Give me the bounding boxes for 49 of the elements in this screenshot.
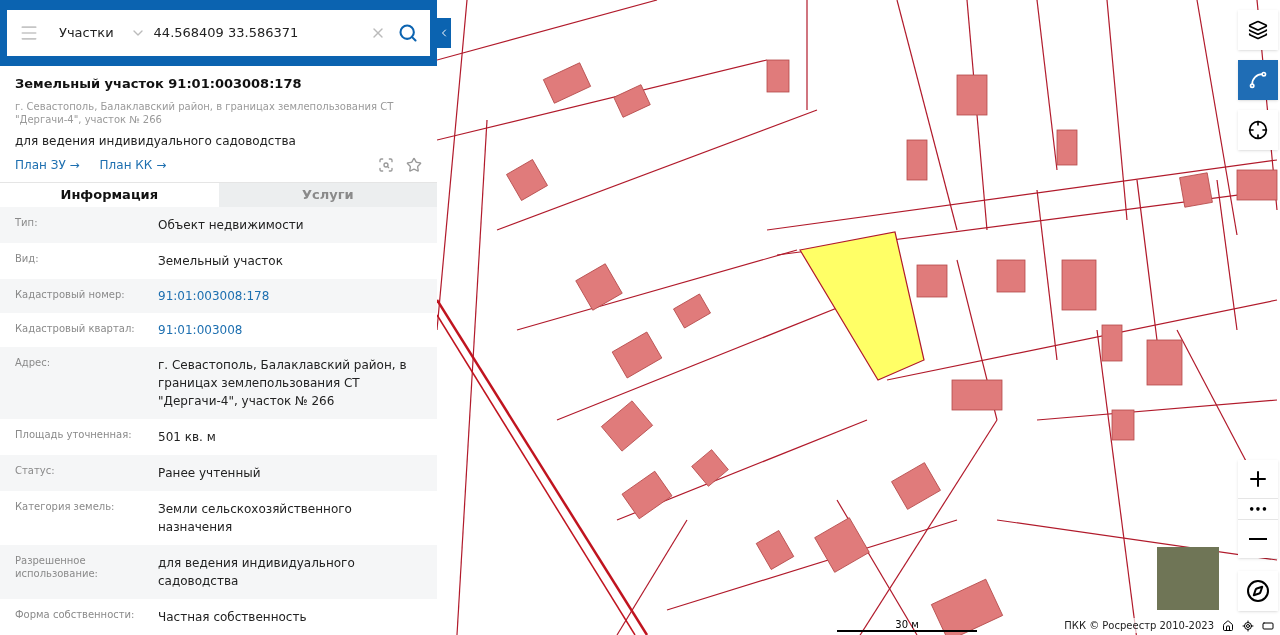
field-value: Объект недвижимости — [158, 217, 304, 234]
field-label: Форма собственности: — [14, 608, 136, 622]
field-label: Вид: — [14, 252, 40, 266]
field-value: Земли сельскохозяйственного назначения — [158, 501, 353, 536]
field-value-link[interactable]: 91:01:003008:178 — [158, 288, 270, 304]
field-label: Категория земель: — [14, 500, 116, 514]
search-icon[interactable] — [398, 23, 418, 43]
layers-button[interactable] — [1238, 10, 1278, 50]
zoom-in-button[interactable] — [1238, 460, 1278, 498]
scale-label: 30 м — [895, 619, 919, 630]
field-value: Земельный участок — [158, 253, 283, 270]
field-label: Адрес: — [14, 356, 52, 370]
locate-button[interactable] — [1238, 110, 1278, 150]
field-label: Кадастровый номер: — [14, 288, 126, 302]
compass-button[interactable] — [1238, 571, 1278, 611]
plan-link[interactable]: План ЗУ → — [15, 155, 80, 174]
zoom-more-button[interactable]: ••• — [1238, 498, 1278, 520]
locate-icon[interactable] — [1242, 619, 1254, 632]
field-value: 501 кв. м — [158, 429, 216, 446]
compass-icon — [1246, 579, 1270, 603]
field-label: Площадь уточненная: — [14, 428, 133, 442]
search-field[interactable]: 44.568409 33.586371 — [153, 23, 370, 43]
object-purpose: для ведения индивидуального садоводства — [15, 132, 297, 150]
field-value: Частная собственность — [158, 609, 307, 626]
collapse-panel-button[interactable] — [437, 18, 451, 48]
satellite-thumbnail[interactable] — [1157, 547, 1219, 610]
tab[interactable]: Услуги — [218, 182, 437, 207]
object-title: Земельный участок 91:01:003008:178 — [15, 75, 303, 93]
attribution-text: ПКК © Росреестр 2010-2023 — [1064, 619, 1214, 633]
home-icon[interactable] — [1222, 619, 1234, 632]
field-label: Кадастровый квартал: — [14, 322, 136, 336]
field-value: для ведения индивидуального садоводства — [158, 555, 356, 590]
layers-icon — [1248, 20, 1268, 40]
field-label: Тип: — [14, 216, 39, 230]
field-value: Ранее учтенный — [158, 465, 261, 482]
polyline-icon — [1248, 70, 1268, 90]
plan-link[interactable]: План КК → — [99, 155, 167, 174]
field-label: Разрешенное использование: — [14, 554, 99, 581]
zoom-out-button[interactable] — [1238, 520, 1278, 558]
minus-icon — [1249, 538, 1267, 540]
favorite-star-icon[interactable] — [406, 156, 422, 173]
layer-select[interactable]: Участки — [59, 23, 146, 43]
crosshair-icon — [1248, 120, 1268, 140]
field-label: Статус: — [14, 464, 56, 478]
fullscreen-icon[interactable] — [1262, 619, 1274, 632]
measure-button[interactable] — [1238, 60, 1278, 100]
field-value: г. Севастополь, Балаклавский район, в границах землепользования СТ "Дергачи-4", участок № 266 — [158, 357, 408, 410]
field-value-link[interactable]: 91:01:003008 — [158, 322, 243, 338]
object-address: г. Севастополь, Балаклавский район, в границах землепользования СТ "Дергачи-4", участок № 266 — [15, 99, 395, 126]
